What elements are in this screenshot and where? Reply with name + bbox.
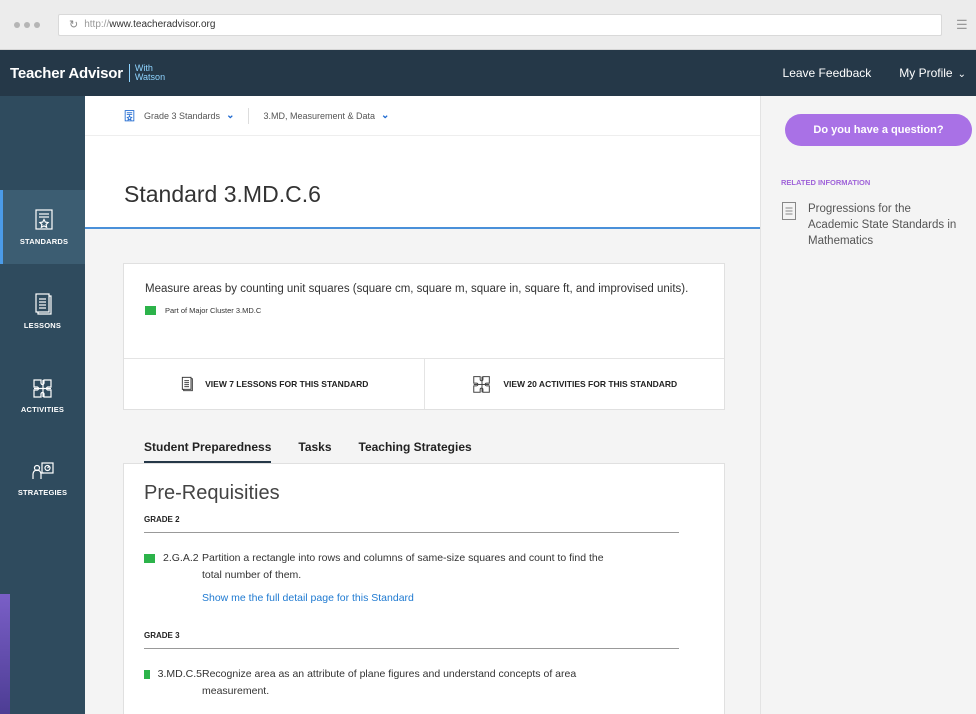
page-title: Standard 3.MD.C.6 — [124, 181, 321, 207]
standard-description: Measure areas by counting unit squares (… — [145, 283, 689, 295]
list-item: 3.MD.C.5 Recognize area as an attribute … — [144, 666, 724, 700]
main-content: Grade 3 Standards ⌄ 3.MD, Measurement & … — [85, 96, 760, 714]
tab-tasks[interactable]: Tasks — [298, 440, 331, 464]
rail-label: ACTIVITIES — [20, 405, 65, 414]
list-item: 2.G.A.2 Partition a rectangle into rows … — [144, 550, 724, 607]
window-controls[interactable] — [14, 21, 40, 28]
cluster-label: Part of Major Cluster 3.MD.C — [165, 306, 262, 315]
view-activities-button[interactable]: VIEW 20 ACTIVITIES FOR THIS STANDARD — [423, 359, 725, 409]
standards-icon — [124, 109, 135, 121]
standard-code: 2.G.A.2 — [144, 550, 202, 567]
leave-feedback-link[interactable]: Leave Feedback — [783, 66, 872, 80]
related-item[interactable]: Progressions for the Academic State Stan… — [782, 202, 958, 249]
standard-text-block: Partition a rectangle into rows and colu… — [202, 550, 622, 607]
close-dot[interactable] — [14, 21, 20, 28]
grade-heading: GRADE 3 — [144, 631, 679, 649]
standard-code: 3.MD.C.5 — [144, 666, 202, 683]
lessons-icon — [34, 293, 52, 315]
app-header: Teacher Advisor With Watson Leave Feedba… — [0, 50, 976, 96]
breadcrumb: Grade 3 Standards ⌄ 3.MD, Measurement & … — [85, 96, 760, 136]
detail-tabs: Student Preparedness Tasks Teaching Stra… — [144, 440, 472, 464]
standard-text: Recognize area as an attribute of plane … — [202, 668, 577, 697]
minimize-dot[interactable] — [24, 21, 30, 28]
address-bar[interactable]: ↻ http:// www.teacheradvisor.org — [58, 13, 942, 36]
rail-item-activities[interactable]: ACTIVITIES — [0, 358, 85, 432]
standard-text: Partition a rectangle into rows and colu… — [202, 552, 604, 581]
my-profile-menu[interactable]: My Profile ⌄ — [899, 66, 966, 80]
chevron-down-icon: ⌄ — [226, 110, 235, 121]
major-cluster-square-icon — [145, 306, 156, 315]
lessons-icon — [181, 376, 193, 392]
domain-selector-label: 3.MD, Measurement & Data — [263, 110, 375, 121]
related-info-heading: RELATED INFORMATION — [781, 178, 871, 187]
grade-heading: GRADE 2 — [144, 515, 679, 533]
browser-window: ↻ http:// www.teacheradvisor.org ☰ Teach… — [0, 0, 976, 714]
maximize-dot[interactable] — [34, 21, 40, 28]
rail-item-lessons[interactable]: LESSONS — [0, 274, 85, 348]
right-side-panel: Do you have a question? RELATED INFORMAT… — [760, 96, 976, 714]
tab-teaching-strategies[interactable]: Teaching Strategies — [359, 440, 472, 464]
standard-card: Measure areas by counting unit squares (… — [123, 263, 725, 410]
view-activities-label: VIEW 20 ACTIVITIES FOR THIS STANDARD — [503, 379, 678, 389]
cluster-tag: Part of Major Cluster 3.MD.C — [145, 306, 724, 315]
watson-badge: With Watson — [128, 64, 166, 82]
rail-label: LESSONS — [23, 321, 62, 330]
ask-question-button[interactable]: Do you have a question? — [785, 114, 972, 146]
standards-icon — [35, 209, 53, 230]
major-cluster-square-icon — [144, 670, 150, 679]
url-host: www.teacheradvisor.org — [109, 19, 216, 30]
watson-label: Watson — [134, 72, 166, 82]
browser-toolbar: ↻ http:// www.teacheradvisor.org ☰ — [0, 0, 976, 50]
breadcrumb-divider — [248, 107, 250, 124]
card-actions: VIEW 7 LESSONS FOR THIS STANDARD VIEW 20… — [124, 358, 724, 409]
activities-icon — [32, 379, 52, 398]
prerequisites-panel: Pre-Requisities GRADE 2 2.G.A.2 Partitio… — [123, 463, 725, 714]
rail-item-strategies[interactable]: STRATEGIES — [0, 441, 85, 515]
rail-item-standards[interactable]: STANDARDS — [0, 190, 85, 264]
tab-student-preparedness[interactable]: Student Preparedness — [144, 440, 272, 464]
grade-selector[interactable]: Grade 3 Standards ⌄ — [144, 110, 234, 121]
activities-icon — [473, 376, 491, 393]
related-item-label: Progressions for the Academic State Stan… — [808, 203, 957, 247]
chevron-down-icon: ⌄ — [957, 69, 966, 80]
prerequisites-title: Pre-Requisities — [144, 482, 280, 504]
major-cluster-square-icon — [144, 554, 155, 563]
brand-logo[interactable]: Teacher Advisor — [10, 65, 123, 82]
standard-text-block: Recognize area as an attribute of plane … — [202, 666, 622, 700]
url-protocol: http:// — [84, 19, 110, 30]
standard-code-label: 3.MD.C.5 — [157, 668, 202, 680]
reload-icon[interactable]: ↻ — [69, 18, 78, 31]
domain-selector[interactable]: 3.MD, Measurement & Data ⌄ — [263, 110, 389, 121]
left-nav-rail: STANDARDS LESSONS ACTIVITIES STRATEGIES — [0, 96, 85, 714]
full-detail-link[interactable]: Show me the full detail page for this St… — [202, 590, 622, 607]
strategies-icon — [31, 462, 54, 479]
menu-icon[interactable]: ☰ — [956, 17, 968, 33]
view-lessons-button[interactable]: VIEW 7 LESSONS FOR THIS STANDARD — [124, 359, 424, 409]
title-zone: Standard 3.MD.C.6 — [85, 136, 760, 229]
rail-label: STRATEGIES — [17, 488, 68, 497]
standard-code-label: 2.G.A.2 — [163, 552, 199, 564]
grade-selector-label: Grade 3 Standards — [144, 110, 221, 121]
my-profile-label: My Profile — [899, 66, 953, 80]
rail-label: STANDARDS — [19, 237, 69, 246]
wallpaper-edge — [0, 594, 10, 714]
chevron-down-icon: ⌄ — [381, 110, 390, 121]
view-lessons-label: VIEW 7 LESSONS FOR THIS STANDARD — [205, 379, 369, 389]
document-icon — [782, 202, 796, 220]
